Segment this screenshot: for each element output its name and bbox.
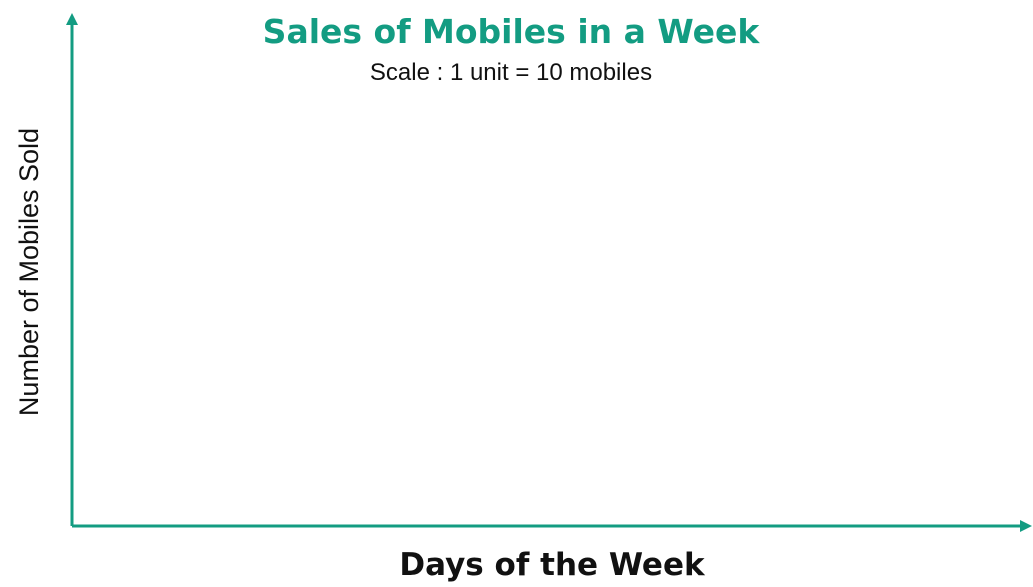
y-axis-label: Number of Mobiles Sold bbox=[14, 128, 44, 416]
chart-title: Sales of Mobiles in a Week bbox=[263, 12, 761, 51]
x-axis-label: Days of the Week bbox=[399, 547, 706, 583]
x-axis-arrowhead bbox=[1020, 520, 1032, 532]
chart-canvas: Sales of Mobiles in a Week Scale : 1 uni… bbox=[14, 12, 1032, 583]
y-axis-arrowhead bbox=[66, 13, 78, 25]
chart-subtitle: Scale : 1 unit = 10 mobiles bbox=[370, 59, 652, 86]
